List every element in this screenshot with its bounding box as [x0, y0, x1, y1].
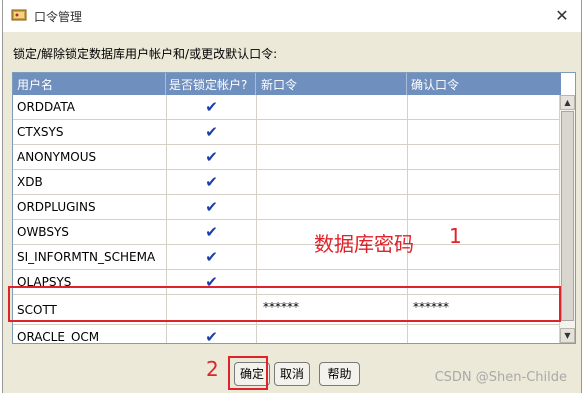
lock-checkbox[interactable]: ✔ [167, 325, 256, 343]
header-username[interactable]: 用户名 [17, 76, 53, 93]
cancel-button[interactable]: 取消 [274, 362, 310, 386]
table-body: ORDDATA ✔ CTXSYS ✔ ANONYMOUS ✔ XDB ✔ ORD… [13, 95, 561, 344]
confirm-password-field[interactable] [413, 195, 553, 219]
password-management-dialog: 口令管理 ✕ 锁定/解除锁定数据库用户帐户和/或更改默认口令: 用户名 是否锁定… [2, 0, 582, 393]
header-confirm-password[interactable]: 确认口令 [411, 76, 459, 93]
confirm-password-field[interactable] [413, 95, 553, 119]
watermark: CSDN @Shen-Childe [434, 370, 567, 385]
annotation-marker-2: 2 [206, 357, 219, 381]
scroll-down-icon[interactable]: ▼ [560, 328, 575, 343]
confirm-password-field[interactable] [413, 245, 553, 269]
lock-checkbox[interactable]: ✔ [167, 95, 256, 119]
app-icon [11, 9, 27, 21]
table-row[interactable]: CTXSYS ✔ [13, 120, 561, 145]
title-bar: 口令管理 ✕ [3, 0, 581, 32]
users-table: 用户名 是否锁定帐户? 新口令 确认口令 ORDDATA ✔ CTXSYS ✔ [12, 72, 576, 344]
header-divider [255, 73, 256, 95]
help-button[interactable]: 帮助 [319, 362, 360, 386]
header-divider [406, 73, 407, 95]
new-password-field[interactable] [263, 170, 403, 194]
username-cell: ORACLE_OCM [17, 330, 100, 344]
username-cell: ANONYMOUS [17, 150, 97, 164]
new-password-field[interactable] [263, 95, 403, 119]
instructions-text: 锁定/解除锁定数据库用户帐户和/或更改默认口令: [13, 47, 278, 61]
table-header: 用户名 是否锁定帐户? 新口令 确认口令 [13, 73, 561, 95]
close-icon[interactable]: ✕ [551, 4, 573, 26]
confirm-password-field[interactable] [413, 120, 553, 144]
table-row[interactable]: OWBSYS ✔ [13, 220, 561, 245]
table-row[interactable]: ANONYMOUS ✔ [13, 145, 561, 170]
username-cell: ORDDATA [17, 100, 75, 114]
table-row-scott[interactable]: SCOTT ****** ****** [13, 295, 561, 325]
annotation-marker-1: 1 [449, 224, 462, 248]
header-divider [165, 73, 166, 95]
window-title: 口令管理 [34, 10, 83, 24]
ok-button[interactable]: 确定 [234, 362, 270, 386]
confirm-password-field[interactable] [413, 145, 553, 169]
lock-checkbox[interactable]: ✔ [167, 170, 256, 194]
lock-checkbox[interactable]: ✔ [167, 145, 256, 169]
confirm-password-field[interactable]: ****** [413, 295, 553, 319]
lock-checkbox[interactable]: ✔ [167, 220, 256, 244]
lock-checkbox[interactable]: ✔ [167, 195, 256, 219]
username-cell: SI_INFORMTN_SCHEMA [17, 250, 156, 264]
username-cell: ORDPLUGINS [17, 200, 96, 214]
username-cell: OLAPSYS [17, 275, 72, 289]
table-row[interactable]: OLAPSYS ✔ [13, 270, 561, 295]
table-row[interactable]: ORACLE_OCM ✔ [13, 325, 561, 344]
header-locked[interactable]: 是否锁定帐户? [169, 76, 247, 93]
lock-checkbox[interactable]: ✔ [167, 120, 256, 144]
username-cell: XDB [17, 175, 43, 189]
db-password-annotation: 数据库密码 [314, 232, 414, 256]
lock-checkbox[interactable] [167, 298, 256, 322]
new-password-field[interactable] [263, 325, 403, 343]
confirm-password-field[interactable] [413, 170, 553, 194]
confirm-password-field[interactable] [413, 270, 553, 294]
confirm-password-field[interactable] [413, 220, 553, 244]
new-password-field[interactable]: ****** [263, 295, 403, 319]
new-password-field[interactable] [263, 195, 403, 219]
confirm-password-field[interactable] [413, 325, 553, 343]
new-password-field[interactable] [263, 270, 403, 294]
lock-checkbox[interactable]: ✔ [167, 270, 256, 294]
scroll-up-icon[interactable]: ▲ [560, 95, 575, 110]
table-row[interactable]: SI_INFORMTN_SCHEMA ✔ [13, 245, 561, 270]
new-password-field[interactable] [263, 145, 403, 169]
username-cell: SCOTT [17, 303, 57, 317]
username-cell: CTXSYS [17, 125, 64, 139]
new-password-field[interactable] [263, 120, 403, 144]
table-row[interactable]: ORDPLUGINS ✔ [13, 195, 561, 220]
table-row[interactable]: XDB ✔ [13, 170, 561, 195]
username-cell: OWBSYS [17, 225, 69, 239]
lock-checkbox[interactable]: ✔ [167, 245, 256, 269]
vertical-scrollbar[interactable]: ▲ ▼ [559, 95, 575, 343]
scrollbar-thumb[interactable] [561, 111, 574, 321]
header-new-password[interactable]: 新口令 [261, 76, 297, 93]
table-row[interactable]: ORDDATA ✔ [13, 95, 561, 120]
